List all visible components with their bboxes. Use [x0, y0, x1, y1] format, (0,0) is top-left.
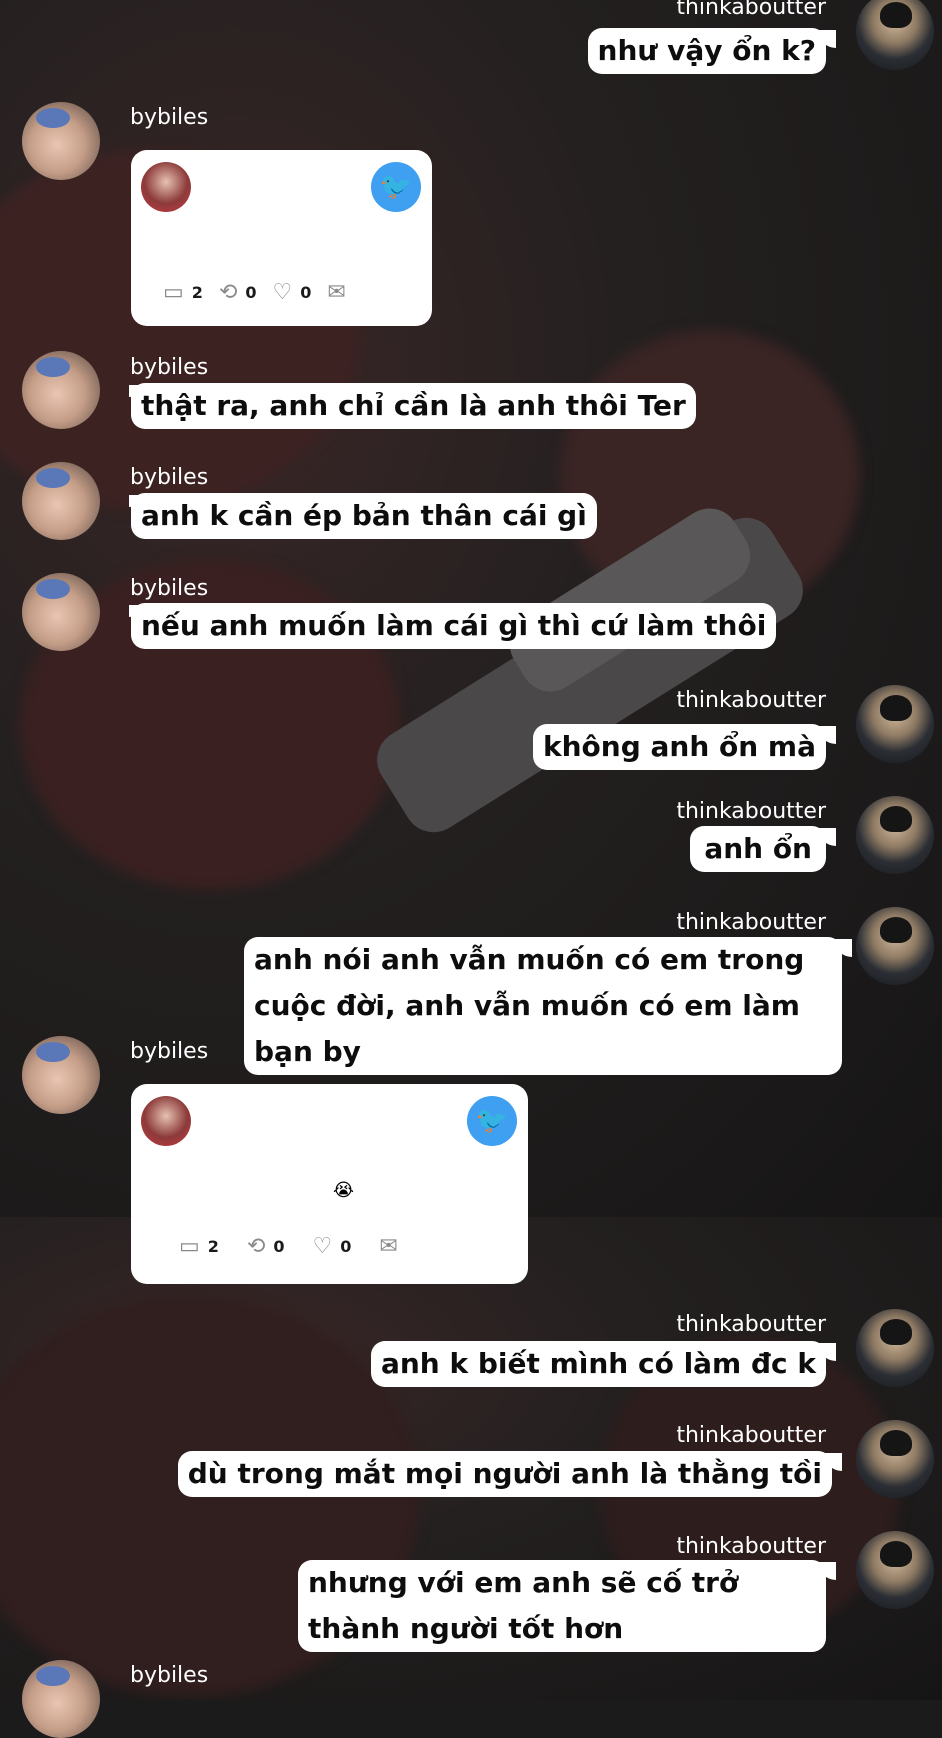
- tweet-author-avatar[interactable]: [141, 162, 191, 212]
- retweet-icon: ⟲: [246, 1234, 266, 1259]
- message-bubble[interactable]: nếu anh muốn làm cái gì thì cứ làm thôi: [128, 603, 777, 649]
- avatar[interactable]: [856, 1309, 934, 1387]
- username[interactable]: bybiles: [130, 356, 208, 380]
- tweet-text: 😭: [333, 1180, 355, 1201]
- message-bubble[interactable]: anh k cần ép bản thân cái gì: [129, 493, 597, 539]
- share-action[interactable]: ✉: [327, 280, 353, 305]
- username[interactable]: bybiles: [130, 106, 208, 130]
- avatar[interactable]: [856, 1531, 934, 1609]
- avatar[interactable]: [22, 462, 100, 540]
- tweet-author-avatar[interactable]: [141, 1096, 191, 1146]
- like-action[interactable]: ♡ 0: [273, 280, 312, 305]
- avatar[interactable]: [22, 351, 100, 429]
- message-bubble[interactable]: như vậy ổn k?: [587, 28, 837, 74]
- tweet-card[interactable]: 🐦 ▭ 2 ⟲ 0 ♡ 0 ✉: [131, 150, 432, 326]
- avatar[interactable]: [856, 907, 934, 985]
- message-bubble[interactable]: thật ra, anh chỉ cần là anh thôi Ter: [129, 383, 696, 429]
- tweet-actions: ▭ 2 ⟲ 0 ♡ 0 ✉: [163, 280, 370, 305]
- username[interactable]: thinkaboutter: [676, 1313, 826, 1337]
- avatar[interactable]: [856, 685, 934, 763]
- reply-action[interactable]: ▭ 2: [179, 1234, 219, 1259]
- retweet-icon: ⟲: [218, 280, 238, 305]
- message-bubble[interactable]: không anh ổn mà: [532, 724, 837, 770]
- username[interactable]: bybiles: [130, 577, 208, 601]
- comment-icon: ▭: [179, 1234, 200, 1259]
- username[interactable]: bybiles: [130, 1664, 208, 1688]
- username[interactable]: thinkaboutter: [676, 800, 826, 824]
- share-action[interactable]: ✉: [379, 1234, 405, 1259]
- mail-icon: ✉: [379, 1234, 398, 1259]
- message-bubble[interactable]: anh ổn: [690, 826, 836, 872]
- retweet-action[interactable]: ⟲ 0: [247, 1234, 285, 1259]
- username[interactable]: bybiles: [130, 1040, 208, 1064]
- tweet-actions: ▭ 2 ⟲ 0 ♡ 0 ✉: [179, 1234, 422, 1259]
- comment-icon: ▭: [163, 280, 184, 305]
- heart-icon: ♡: [312, 1234, 333, 1259]
- avatar[interactable]: [22, 573, 100, 651]
- message-bubble[interactable]: dù trong mắt mọi người anh là thằng tồi: [177, 1451, 843, 1497]
- avatar[interactable]: [856, 796, 934, 874]
- retweet-action[interactable]: ⟲ 0: [219, 280, 257, 305]
- mail-icon: ✉: [327, 280, 346, 305]
- reply-action[interactable]: ▭ 2: [163, 280, 203, 305]
- avatar[interactable]: [22, 1036, 100, 1114]
- avatar[interactable]: [22, 1660, 100, 1738]
- message-bubble[interactable]: anh nói anh vẫn muốn có em trong cuộc đờ…: [244, 937, 852, 1075]
- username[interactable]: thinkaboutter: [676, 1424, 826, 1448]
- username[interactable]: thinkaboutter: [676, 0, 826, 20]
- like-action[interactable]: ♡ 0: [313, 1234, 352, 1259]
- tweet-card[interactable]: 🐦 😭 ▭ 2 ⟲ 0 ♡ 0 ✉: [131, 1084, 528, 1284]
- avatar[interactable]: [856, 1420, 934, 1498]
- twitter-bird-icon[interactable]: 🐦: [371, 162, 421, 212]
- twitter-bird-icon[interactable]: 🐦: [467, 1096, 517, 1146]
- username[interactable]: thinkaboutter: [676, 689, 826, 713]
- username[interactable]: bybiles: [130, 466, 208, 490]
- message-bubble[interactable]: anh k biết mình có làm đc k: [370, 1341, 837, 1387]
- avatar[interactable]: [22, 102, 100, 180]
- message-bubble[interactable]: nhưng với em anh sẽ cố trở thành người t…: [298, 1560, 836, 1652]
- username[interactable]: thinkaboutter: [676, 911, 826, 935]
- username[interactable]: thinkaboutter: [676, 1535, 826, 1559]
- heart-icon: ♡: [272, 280, 293, 305]
